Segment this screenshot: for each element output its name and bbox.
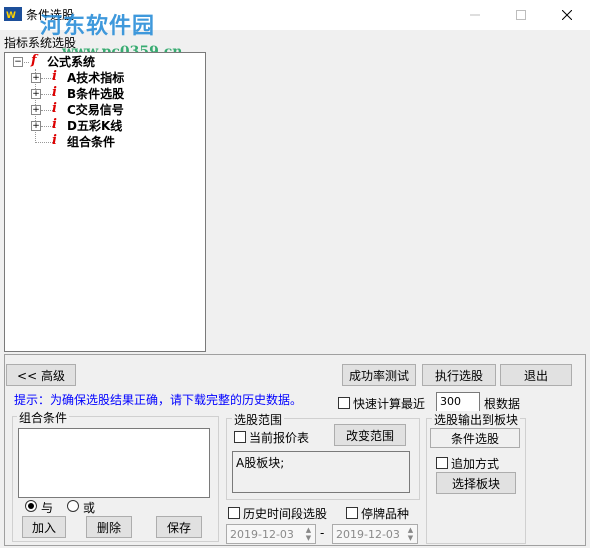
suspended-label: 停牌品种 <box>361 507 410 521</box>
indicator-icon: i <box>52 69 57 84</box>
success-test-button[interactable]: 成功率测试 <box>342 364 416 386</box>
end-date-picker[interactable]: 2019-12-03 ▲ ▼ <box>332 524 418 544</box>
advanced-button[interactable]: << 高级 <box>6 364 76 386</box>
expand-icon[interactable]: + <box>31 73 41 83</box>
indicator-icon: i <box>52 133 57 148</box>
spin-icon[interactable]: ▲ ▼ <box>303 526 314 542</box>
append-checkbox[interactable] <box>436 457 448 469</box>
or-label: 或 <box>83 501 96 515</box>
tree-item-b[interactable]: B条件选股 <box>67 86 124 102</box>
maximize-icon[interactable] <box>498 0 544 30</box>
suspended-checkbox[interactable] <box>346 507 358 519</box>
tree-group-label: 指标系统选股 <box>4 36 77 50</box>
indicator-icon: i <box>52 101 57 116</box>
formula-icon: 𝒇 <box>31 53 37 68</box>
range-title: 选股范围 <box>232 411 285 428</box>
or-radio[interactable] <box>67 500 79 512</box>
change-range-button[interactable]: 改变范围 <box>334 424 406 446</box>
minimize-icon[interactable] <box>452 0 498 30</box>
tree-item-combo[interactable]: 组合条件 <box>67 134 115 150</box>
output-block-field[interactable]: 条件选股 <box>430 428 520 448</box>
end-date-value: 2019-12-03 <box>336 527 400 541</box>
current-quote-label: 当前报价表 <box>249 431 310 445</box>
and-label: 与 <box>41 501 54 515</box>
history-checkbox[interactable] <box>228 507 240 519</box>
start-date-value: 2019-12-03 <box>230 527 294 541</box>
output-title: 选股输出到板块 <box>432 411 521 428</box>
tree-item-d[interactable]: D五彩K线 <box>67 118 122 134</box>
indicator-icon: i <box>52 117 57 132</box>
expand-icon[interactable]: + <box>31 89 41 99</box>
bars-suffix-label: 根数据 <box>484 397 521 411</box>
quick-calc-checkbox[interactable] <box>338 397 350 409</box>
exit-button[interactable]: 退出 <box>500 364 572 386</box>
save-button[interactable]: 保存 <box>156 516 202 538</box>
quick-calc-label: 快速计算最近 <box>353 397 426 411</box>
indicator-icon: i <box>52 85 57 100</box>
svg-text:W: W <box>6 11 16 21</box>
tree-root[interactable]: 公式系统 <box>47 54 95 70</box>
history-label: 历史时间段选股 <box>243 507 328 521</box>
execute-button[interactable]: 执行选股 <box>422 364 496 386</box>
combo-list[interactable] <box>18 428 210 498</box>
tree-item-a[interactable]: A技术指标 <box>67 70 124 86</box>
start-date-picker[interactable]: 2019-12-03 ▲ ▼ <box>226 524 316 544</box>
current-quote-checkbox[interactable] <box>234 431 246 443</box>
delete-button[interactable]: 删除 <box>86 516 132 538</box>
bars-count-input[interactable]: 300 <box>436 392 480 412</box>
combo-title: 组合条件 <box>17 409 70 426</box>
range-content: A股板块; <box>232 451 410 493</box>
add-button[interactable]: 加入 <box>22 516 66 538</box>
and-radio[interactable] <box>25 500 37 512</box>
hint-text: 提示：为确保选股结果正确，请下载完整的历史数据。 <box>14 393 303 407</box>
date-dash: - <box>320 526 325 540</box>
append-label: 追加方式 <box>451 457 500 471</box>
close-icon[interactable] <box>544 0 590 30</box>
tree-item-c[interactable]: C交易信号 <box>67 102 124 118</box>
expand-icon[interactable]: + <box>31 121 41 131</box>
expand-icon[interactable]: + <box>31 105 41 115</box>
app-icon: W <box>4 6 22 22</box>
spin-icon[interactable]: ▲ ▼ <box>405 526 416 542</box>
collapse-icon[interactable]: − <box>13 57 23 67</box>
select-block-button[interactable]: 选择板块 <box>436 472 516 494</box>
formula-tree[interactable]: − 𝒇 公式系统 + i A技术指标 + i B条件选股 + i C交易信号 +… <box>4 52 206 352</box>
